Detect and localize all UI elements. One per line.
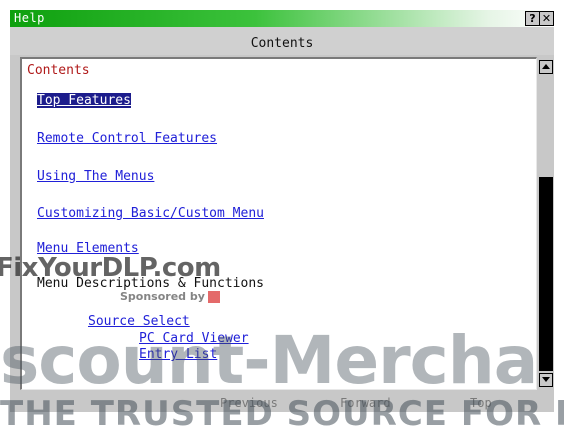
- link-using-the-menus[interactable]: Using The Menus: [37, 169, 154, 184]
- title-bar[interactable]: Help ? ✕: [10, 10, 554, 27]
- link-menu-elements[interactable]: Menu Elements: [37, 241, 139, 256]
- link-top-features[interactable]: Top Features: [37, 93, 131, 108]
- link-remote-control-features[interactable]: Remote Control Features: [37, 131, 217, 146]
- scroll-down-icon[interactable]: [539, 373, 553, 387]
- link-source-select[interactable]: Source Select: [88, 314, 190, 329]
- top-button[interactable]: Top: [470, 396, 492, 410]
- contents-heading: Contents: [27, 63, 90, 78]
- link-entry-list[interactable]: Entry List: [139, 347, 217, 362]
- vertical-scrollbar[interactable]: [538, 57, 554, 390]
- link-customizing-menu[interactable]: Customizing Basic/Custom Menu: [37, 206, 264, 221]
- page-title: Contents: [250, 36, 314, 51]
- link-pc-card-viewer[interactable]: PC Card Viewer: [139, 331, 249, 346]
- section-menu-descriptions: Menu Descriptions & Functions: [37, 276, 264, 291]
- help-icon[interactable]: ?: [525, 11, 540, 26]
- scroll-up-icon[interactable]: [539, 60, 553, 74]
- window-title: Help: [14, 11, 45, 25]
- contents-pane[interactable]: Contents Top Features Remote Control Fea…: [20, 57, 537, 390]
- help-window: Help ? ✕ Contents Contents Top Features …: [10, 10, 554, 412]
- forward-button[interactable]: Forward: [340, 396, 391, 410]
- page-header: Contents: [10, 27, 554, 55]
- previous-button[interactable]: Previous: [220, 396, 278, 410]
- scroll-thumb[interactable]: [539, 177, 553, 371]
- footer-nav: Previous Forward Top: [10, 393, 554, 412]
- close-icon[interactable]: ✕: [539, 11, 554, 26]
